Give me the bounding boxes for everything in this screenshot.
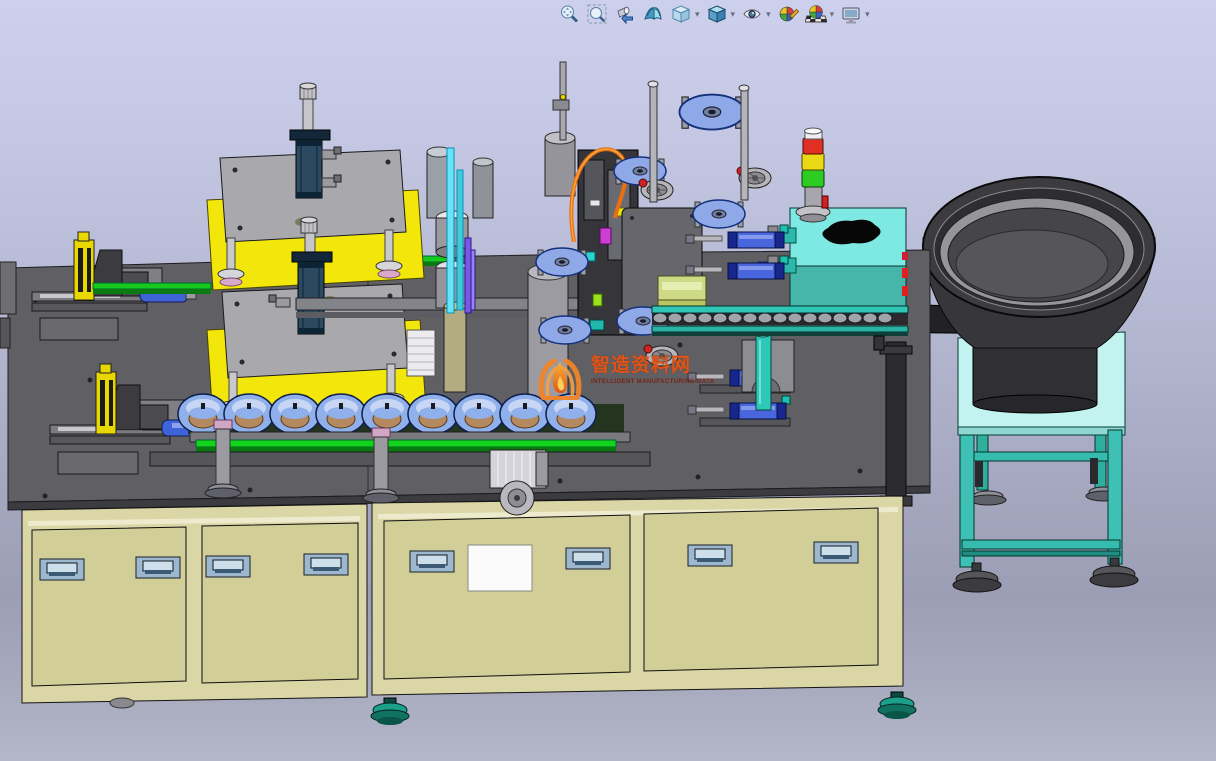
signal-tower-light [796,128,830,222]
section-view-icon[interactable] [642,3,664,25]
view-settings-dropdown[interactable]: ▾ [865,3,870,25]
tower-light-green [802,170,824,187]
cam-disc [680,95,745,130]
stand-foot [1090,558,1138,587]
cabinet-door[interactable] [202,523,358,683]
cam-disc [693,200,745,228]
view-orientation-icon[interactable] [670,3,692,25]
apply-scene-dropdown[interactable]: ▾ [830,3,835,25]
zoom-to-fit-icon[interactable] [558,3,580,25]
cabinet-door[interactable] [384,515,630,679]
view-orientation-dropdown[interactable]: ▾ [695,3,700,25]
leveling-foot [878,692,916,719]
machine-cabinet [22,496,916,725]
cam-disc [539,316,591,344]
edit-appearance-icon[interactable] [777,3,799,25]
paper-label [468,545,532,591]
machine-3d-view[interactable] [0,0,1216,761]
view-settings-icon[interactable] [840,3,862,25]
display-style-icon[interactable] [706,3,728,25]
previous-view-icon[interactable] [614,3,636,25]
cad-viewport[interactable]: ▾ ▾ ▾ ▾ ▾ [0,0,1216,761]
leveling-foot [371,698,409,725]
tower-light-yellow [802,153,824,170]
hide-show-items-icon[interactable] [741,3,763,25]
cam-disc [536,248,588,276]
cabinet-door[interactable] [32,527,186,686]
heads-up-view-toolbar: ▾ ▾ ▾ ▾ ▾ [558,1,870,27]
cabinet-door[interactable] [644,508,878,671]
zoom-to-area-icon[interactable] [586,3,608,25]
display-style-dropdown[interactable]: ▾ [731,3,736,25]
hide-show-items-dropdown[interactable]: ▾ [766,3,771,25]
apply-scene-icon[interactable] [805,3,827,25]
tower-light-red [803,138,823,154]
